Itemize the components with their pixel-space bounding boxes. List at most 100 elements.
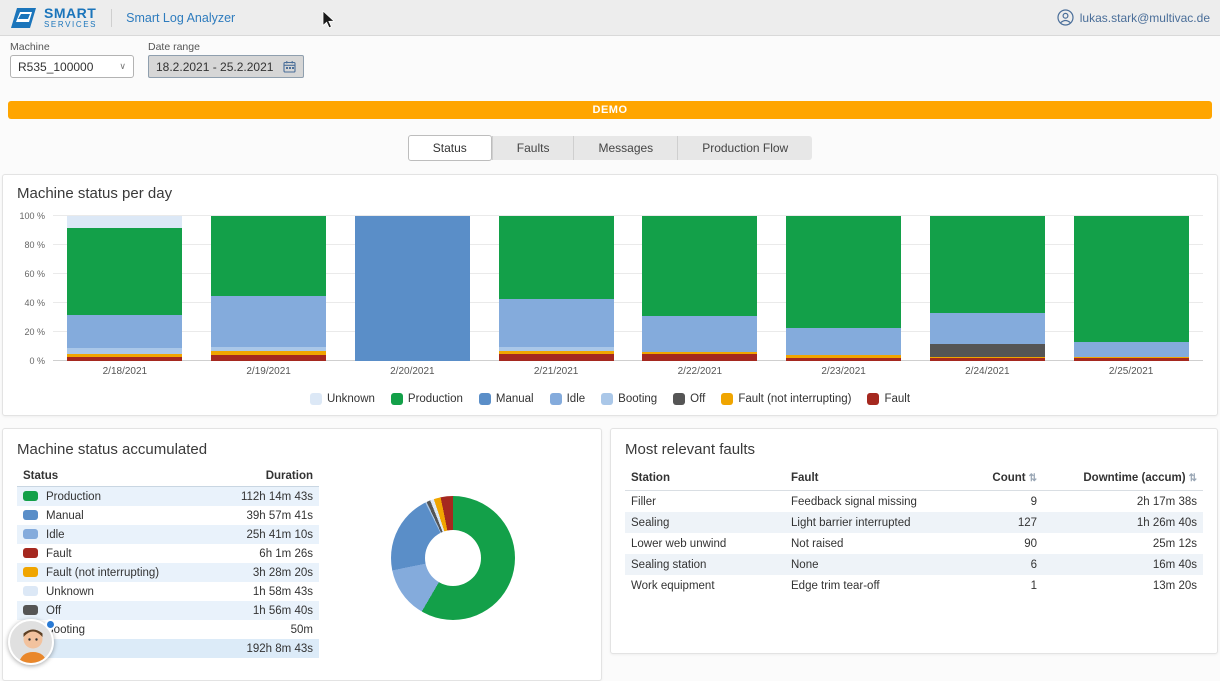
stacked-bar xyxy=(786,216,901,361)
duration-cell: 1h 58m 43s xyxy=(210,582,319,601)
date-range-filter: Date range 18.2.2021 - 25.2.2021 xyxy=(148,41,304,78)
date-range-input[interactable]: 18.2.2021 - 25.2.2021 xyxy=(148,55,304,78)
user-menu[interactable]: lukas.stark@multivac.de xyxy=(1057,9,1210,26)
chevron-down-icon: ∨ xyxy=(119,61,126,72)
faults-col-fault: Fault xyxy=(785,466,953,491)
legend-item-fault[interactable]: Fault xyxy=(867,393,910,405)
production-swatch-icon xyxy=(391,393,403,405)
legend-item-fault-not-interrupting[interactable]: Fault (not interrupting) xyxy=(721,393,851,405)
stacked-bar xyxy=(355,216,470,361)
filter-bar: Machine R535_100000 ∨ Date range 18.2.20… xyxy=(0,36,1220,86)
y-tick-label: 20 % xyxy=(24,327,45,337)
fault-swatch-icon xyxy=(23,548,38,558)
tab-status[interactable]: Status xyxy=(408,135,492,161)
status-cell: Off xyxy=(17,601,210,620)
machine-select-value: R535_100000 xyxy=(18,60,93,74)
total-duration-cell: 192h 8m 43s xyxy=(210,639,319,658)
stacked-bar xyxy=(67,216,182,361)
legend-label: Idle xyxy=(567,393,586,405)
bar-column-2-24-2021 xyxy=(916,216,1060,361)
station-cell: Sealing station xyxy=(625,554,785,575)
table-row-fault: Fault6h 1m 26s xyxy=(17,544,319,563)
bar-segment-fault xyxy=(786,358,901,361)
x-tick-label: 2/18/2021 xyxy=(53,366,197,377)
bar-segment-idle xyxy=(1074,342,1189,357)
duration-cell: 6h 1m 26s xyxy=(210,544,319,563)
legend-item-booting[interactable]: Booting xyxy=(601,393,657,405)
chart-y-axis: 0 %20 %40 %60 %80 %100 % xyxy=(17,216,53,361)
bar-segment-manual xyxy=(355,216,470,361)
logo-services-label: SERVICES xyxy=(44,21,97,29)
bar-segment-idle xyxy=(499,299,614,347)
machine-filter: Machine R535_100000 ∨ xyxy=(10,41,134,78)
fault-row-work-equipment: Work equipmentEdge trim tear-off113m 20s xyxy=(625,575,1203,596)
legend-item-idle[interactable]: Idle xyxy=(550,393,586,405)
y-tick-label: 100 % xyxy=(19,211,45,221)
y-tick-label: 80 % xyxy=(24,240,45,250)
chat-assistant-widget[interactable] xyxy=(8,619,56,667)
tab-faults[interactable]: Faults xyxy=(492,136,574,160)
tab-bar: StatusFaultsMessagesProduction Flow xyxy=(408,136,812,160)
downtime-cell: 2h 17m 38s xyxy=(1043,491,1203,513)
bar-segment-fault xyxy=(642,354,757,361)
fault-row-sealing-station: Sealing stationNone616m 40s xyxy=(625,554,1203,575)
chart-plot-area xyxy=(53,216,1203,361)
manual-swatch-icon xyxy=(23,510,38,520)
accum-col-duration: Duration xyxy=(210,466,319,487)
chat-status-dot xyxy=(45,619,56,630)
legend-item-off[interactable]: Off xyxy=(673,393,705,405)
status-accumulated-title: Machine status accumulated xyxy=(17,441,587,458)
stacked-bar-chart: 0 %20 %40 %60 %80 %100 % xyxy=(17,216,1203,361)
downtime-cell: 13m 20s xyxy=(1043,575,1203,596)
tab-production-flow[interactable]: Production Flow xyxy=(677,136,812,160)
date-range-value: 18.2.2021 - 25.2.2021 xyxy=(156,60,273,74)
fault-cell: Feedback signal missing xyxy=(785,491,953,513)
stacked-bar xyxy=(1074,216,1189,361)
legend-label: Production xyxy=(408,393,463,405)
legend-label: Unknown xyxy=(327,393,375,405)
table-row-idle: Idle25h 41m 10s xyxy=(17,525,319,544)
bar-column-2-25-2021 xyxy=(1059,216,1203,361)
stacked-bar xyxy=(499,216,614,361)
status-cell: Fault xyxy=(17,544,210,563)
user-icon xyxy=(1057,9,1074,26)
faults-col-downtime[interactable]: Downtime (accum)⇅ xyxy=(1043,466,1203,491)
tab-messages[interactable]: Messages xyxy=(573,136,677,160)
duration-cell: 3h 28m 20s xyxy=(210,563,319,582)
table-row-production: Production112h 14m 43s xyxy=(17,487,319,507)
count-cell: 127 xyxy=(953,512,1043,533)
x-tick-label: 2/24/2021 xyxy=(916,366,1060,377)
x-tick-label: 2/20/2021 xyxy=(341,366,485,377)
legend-label: Booting xyxy=(618,393,657,405)
legend-item-unknown[interactable]: Unknown xyxy=(310,393,375,405)
machine-select[interactable]: R535_100000 ∨ xyxy=(10,55,134,78)
fault-row-sealing: SealingLight barrier interrupted1271h 26… xyxy=(625,512,1203,533)
legend-item-manual[interactable]: Manual xyxy=(479,393,534,405)
bar-segment-idle xyxy=(642,316,757,352)
fault-row-filler: FillerFeedback signal missing92h 17m 38s xyxy=(625,491,1203,513)
stacked-bar xyxy=(642,216,757,361)
date-range-label: Date range xyxy=(148,41,304,53)
count-cell: 9 xyxy=(953,491,1043,513)
status-accumulated-body: Status Duration Production112h 14m 43sMa… xyxy=(17,458,587,658)
faults-col-count[interactable]: Count⇅ xyxy=(953,466,1043,491)
bar-column-2-18-2021 xyxy=(53,216,197,361)
faults-table: Station Fault Count⇅ Downtime (accum)⇅ F… xyxy=(625,466,1203,596)
sort-icon: ⇅ xyxy=(1189,473,1197,484)
x-tick-label: 2/25/2021 xyxy=(1059,366,1203,377)
fault-not-interrupting-swatch-icon xyxy=(721,393,733,405)
table-row-off: Off1h 56m 40s xyxy=(17,601,319,620)
bar-segment-production xyxy=(499,216,614,299)
off-swatch-icon xyxy=(673,393,685,405)
bar-segment-fault xyxy=(1074,358,1189,361)
bar-column-2-23-2021 xyxy=(772,216,916,361)
downtime-cell: 16m 40s xyxy=(1043,554,1203,575)
table-row-manual: Manual39h 57m 41s xyxy=(17,506,319,525)
fault-cell: Light barrier interrupted xyxy=(785,512,953,533)
legend-item-production[interactable]: Production xyxy=(391,393,463,405)
donut-wrap xyxy=(319,496,587,620)
bar-segment-production xyxy=(67,228,182,315)
downtime-cell: 25m 12s xyxy=(1043,533,1203,554)
duration-cell: 25h 41m 10s xyxy=(210,525,319,544)
smart-services-logo: SMART SERVICES xyxy=(10,6,97,29)
